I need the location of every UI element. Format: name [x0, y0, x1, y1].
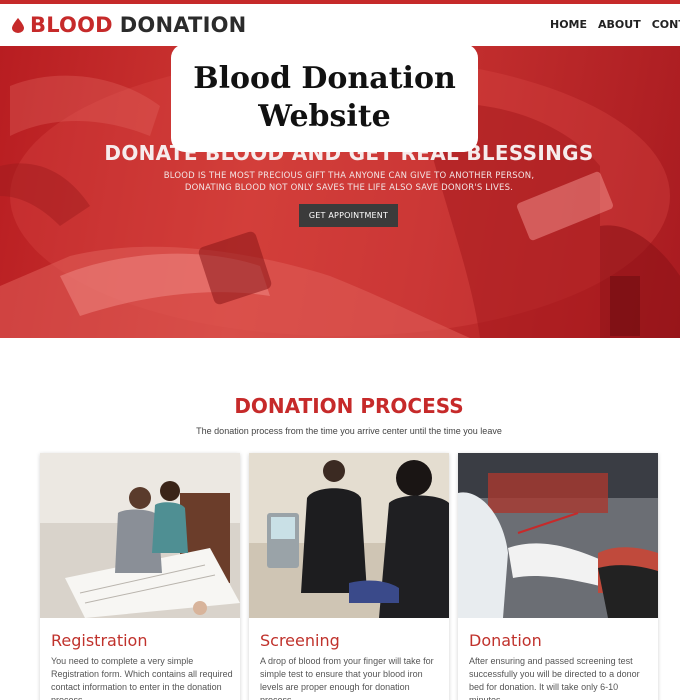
card-text-screening: A drop of blood from your finger will ta…: [260, 656, 434, 700]
process-card-registration[interactable]: Registration You need to complete a very…: [40, 453, 240, 700]
card-title-screening: Screening: [260, 631, 340, 650]
caption-overlay: Blood Donation Website: [171, 44, 478, 152]
get-appointment-button[interactable]: GET APPOINTMENT: [299, 204, 398, 227]
hero-subtitle-line1: BLOOD IS THE MOST PRECIOUS GIFT THA ANYO…: [163, 171, 535, 181]
site-logo[interactable]: BLOOD DONATION: [12, 13, 246, 37]
process-title: DONATION PROCESS: [234, 394, 464, 418]
blood-drop-icon: [12, 17, 24, 33]
card-text-registration: You need to complete a very simple Regis…: [51, 656, 233, 700]
card-text-donation: After ensuring and passed screening test…: [469, 656, 640, 700]
process-card-screening[interactable]: Screening A drop of blood from your fing…: [249, 453, 449, 700]
nav-contact[interactable]: CONTAC: [652, 18, 680, 31]
process-subtitle: The donation process from the time you a…: [196, 426, 502, 436]
donation-photo: [458, 453, 658, 618]
logo-text-blood: BLOOD: [30, 13, 113, 37]
nav-about[interactable]: ABOUT: [598, 18, 641, 31]
caption-line1: Blood Donation: [193, 61, 456, 96]
hero-subtitle-line2: DONATING BLOOD NOT ONLY SAVES THE LIFE A…: [184, 183, 514, 193]
main-nav: HOME ABOUT CONTAC: [550, 18, 680, 31]
caption-line2: Website: [258, 99, 391, 134]
card-title-registration: Registration: [51, 631, 148, 650]
screening-photo: [249, 453, 449, 618]
card-title-donation: Donation: [469, 631, 542, 650]
registration-photo: [40, 453, 240, 618]
site-header: BLOOD DONATION HOME ABOUT CONTAC: [0, 4, 680, 46]
process-card-donation[interactable]: Donation After ensuring and passed scree…: [458, 453, 658, 700]
logo-text-donation: DONATION: [119, 13, 247, 37]
nav-home[interactable]: HOME: [550, 18, 587, 31]
